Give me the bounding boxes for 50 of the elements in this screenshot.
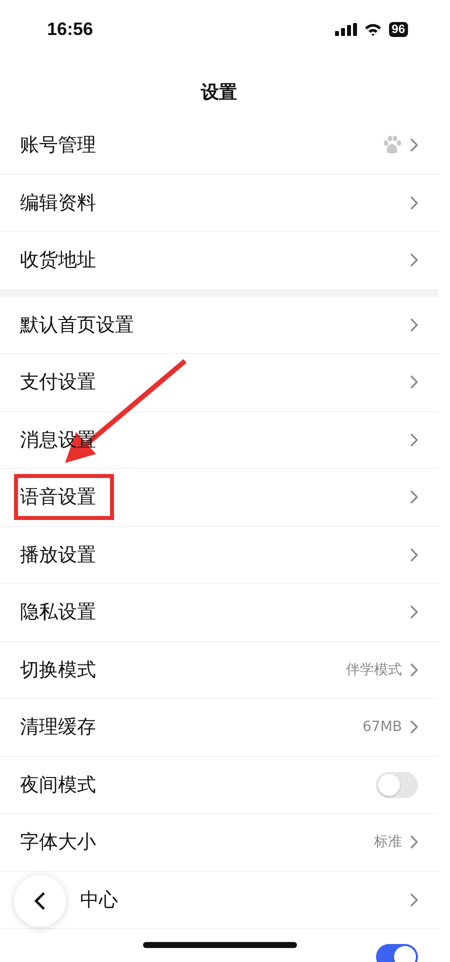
chevron-right-icon	[410, 253, 418, 268]
settings-row[interactable]: 中心	[0, 872, 438, 929]
toggle-switch[interactable]	[376, 772, 418, 798]
chevron-right-icon	[410, 432, 418, 447]
row-label: 清理缓存	[19, 715, 97, 740]
settings-row[interactable]: 默认首页设置	[0, 296, 438, 354]
battery-level: 96	[388, 22, 408, 37]
settings-row[interactable]: 隐私设置	[0, 584, 438, 642]
chevron-right-icon	[410, 548, 418, 562]
chevron-right-icon	[410, 375, 418, 390]
chevron-right-icon	[410, 662, 418, 677]
row-label: 中心	[79, 888, 119, 913]
chevron-right-icon	[410, 720, 418, 734]
row-label: 收货地址	[19, 248, 97, 274]
row-label: 切换模式	[19, 658, 97, 683]
row-label: 夜间模式	[19, 772, 97, 798]
row-label: 账号管理	[19, 133, 97, 158]
chevron-right-icon	[410, 605, 418, 620]
chevron-right-icon	[410, 196, 418, 210]
chevron-right-icon	[410, 318, 418, 332]
settings-row[interactable]: 切换模式 伴学模式	[0, 642, 438, 699]
settings-row[interactable]: 支付设置	[0, 354, 438, 412]
row-label: 隐私设置	[19, 600, 97, 626]
settings-row[interactable]: 清理缓存 67MB	[0, 699, 438, 756]
settings-row[interactable]: 语音设置	[0, 469, 438, 526]
chevron-right-icon	[410, 835, 418, 850]
settings-row[interactable]: 字体大小 标准	[0, 814, 438, 872]
back-icon	[34, 890, 46, 910]
chevron-right-icon	[410, 138, 418, 152]
settings-row[interactable]: 夜间模式	[0, 756, 438, 814]
row-label: 播放设置	[19, 542, 97, 568]
paw-icon	[382, 135, 402, 156]
row-label: 支付设置	[19, 370, 97, 396]
settings-row[interactable]: 编辑资料	[0, 174, 438, 232]
status-time: 16:56	[47, 19, 94, 40]
chevron-right-icon	[410, 892, 418, 907]
row-value: 67MB	[362, 719, 402, 736]
row-label: 语音设置	[14, 474, 114, 520]
settings-row[interactable]: 播放设置	[0, 526, 438, 584]
settings-row[interactable]: 账号管理	[0, 117, 438, 174]
chevron-right-icon	[410, 490, 418, 504]
row-label: 编辑资料	[19, 190, 97, 216]
row-value: 伴学模式	[346, 660, 402, 679]
wifi-icon	[364, 23, 382, 36]
page-title: 设置	[200, 81, 238, 105]
back-button[interactable]	[14, 874, 66, 926]
row-label: 字体大小	[19, 830, 97, 856]
row-label: 默认首页设置	[19, 312, 135, 338]
row-value: 标准	[374, 833, 402, 852]
signal-icon	[334, 23, 357, 36]
